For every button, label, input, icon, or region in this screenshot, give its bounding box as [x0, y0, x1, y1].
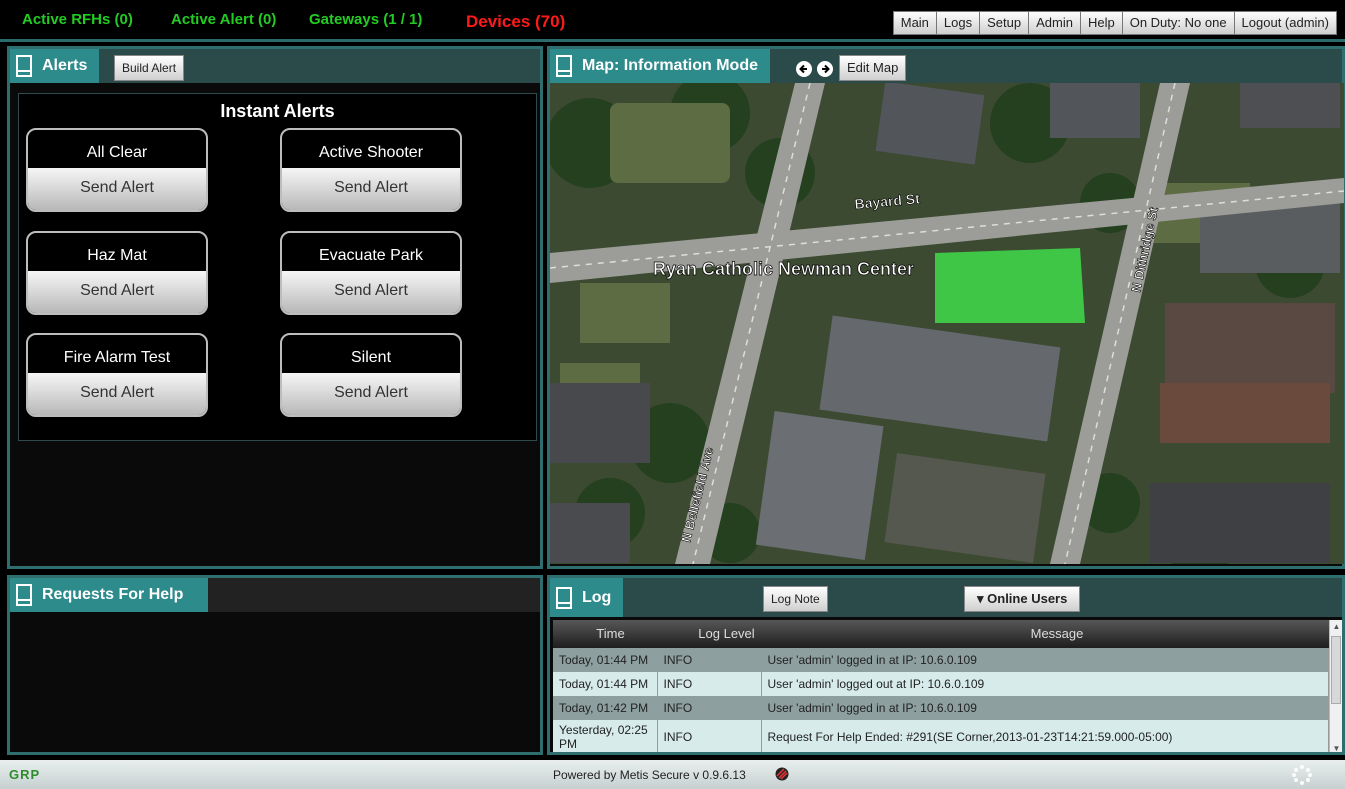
- rfh-panel-header: Requests For Help: [10, 578, 540, 612]
- alerts-panel-header: Alerts Build Alert: [10, 49, 540, 83]
- send-alert-button[interactable]: Send Alert: [28, 373, 206, 415]
- alerts-tab[interactable]: Alerts: [10, 49, 100, 83]
- arrow-right-icon[interactable]: [817, 61, 833, 77]
- alert-card-silent: Silent Send Alert: [280, 333, 462, 417]
- grp-brand: GRP: [9, 767, 41, 782]
- panel-icon: [16, 55, 32, 77]
- alert-name: Fire Alarm Test: [63, 349, 171, 366]
- alert-card-fire-alarm-test: Fire Alarm Test Send Alert: [26, 333, 208, 417]
- active-rfhs-link[interactable]: Active RFHs (0): [22, 11, 133, 28]
- alert-name: Haz Mat: [87, 247, 147, 264]
- log-tab[interactable]: Log: [550, 578, 624, 617]
- log-message: User 'admin' logged out at IP: 10.6.0.10…: [761, 672, 1329, 696]
- rfh-title: Requests For Help: [42, 586, 184, 603]
- log-message: Request For Help Ended: #291(SE Corner,2…: [761, 720, 1329, 752]
- log-message: User 'admin' logged in at IP: 10.6.0.109: [761, 696, 1329, 720]
- scroll-thumb[interactable]: [1331, 636, 1341, 704]
- log-panel: Log Log Note ▾ Online Users Time Log Lev…: [547, 575, 1345, 755]
- alerts-title: Alerts: [42, 57, 88, 74]
- map-label-building: Ryan Catholic Newman Center: [653, 259, 914, 279]
- edit-map-button[interactable]: Edit Map: [839, 55, 907, 81]
- log-panel-header: Log Log Note ▾ Online Users: [550, 578, 1342, 617]
- send-alert-button[interactable]: Send Alert: [28, 168, 206, 210]
- footer: GRP Powered by Metis Secure v 0.9.6.13: [0, 760, 1345, 789]
- online-users-dropdown[interactable]: ▾ Online Users: [964, 586, 1081, 612]
- table-row[interactable]: Yesterday, 02:25 PM INFO Request For Hel…: [553, 720, 1329, 752]
- main-nav: Main Logs Setup Admin Help On Duty: No o…: [892, 11, 1337, 35]
- logout-button[interactable]: Logout (admin): [1233, 11, 1337, 35]
- rfh-tab[interactable]: Requests For Help: [10, 578, 208, 612]
- alert-name: All Clear: [86, 144, 148, 161]
- map-tab[interactable]: Map: Information Mode: [550, 49, 770, 83]
- table-row[interactable]: Today, 01:42 PM INFO User 'admin' logged…: [553, 696, 1329, 720]
- log-note-button[interactable]: Log Note: [763, 586, 828, 612]
- log-message: User 'admin' logged in at IP: 10.6.0.109: [761, 648, 1329, 672]
- col-time[interactable]: Time: [553, 626, 668, 641]
- gateways-link[interactable]: Gateways (1 / 1): [309, 11, 422, 28]
- arrow-left-icon[interactable]: [796, 61, 812, 77]
- log-level: INFO: [657, 672, 762, 696]
- nav-logs-button[interactable]: Logs: [935, 11, 981, 35]
- alert-card-evacuate-park: Evacuate Park Send Alert: [280, 231, 462, 315]
- log-scrollbar[interactable]: ▲ ▼: [1329, 620, 1342, 752]
- col-message[interactable]: Message: [785, 626, 1329, 641]
- log-level: INFO: [657, 648, 762, 672]
- panel-icon: [556, 55, 572, 77]
- nav-main-button[interactable]: Main: [892, 11, 937, 35]
- table-row[interactable]: Today, 01:44 PM INFO User 'admin' logged…: [553, 672, 1329, 696]
- col-log-level[interactable]: Log Level: [669, 626, 784, 641]
- alert-card-active-shooter: Active Shooter Send Alert: [280, 128, 462, 212]
- alerts-panel: Alerts Build Alert Instant Alerts All Cl…: [7, 46, 543, 569]
- spinner-icon: [1292, 765, 1312, 785]
- map-panel-header: Map: Information Mode Edit Map: [550, 49, 1342, 83]
- send-alert-button[interactable]: Send Alert: [28, 271, 206, 313]
- scroll-down-icon[interactable]: ▼: [1330, 742, 1342, 752]
- alert-card-all-clear: All Clear Send Alert: [26, 128, 208, 212]
- log-table: Today, 01:44 PM INFO User 'admin' logged…: [553, 648, 1329, 752]
- requests-for-help-panel: Requests For Help: [7, 575, 543, 755]
- send-alert-button[interactable]: Send Alert: [282, 373, 460, 415]
- map-image: Bayard St N Dithridge St N Bellefield Av…: [550, 83, 1344, 564]
- alert-name: Silent: [350, 349, 392, 366]
- alert-name: Evacuate Park: [318, 247, 424, 264]
- alert-name: Active Shooter: [318, 144, 424, 161]
- metis-logo-icon: [775, 767, 789, 781]
- panel-icon: [556, 586, 572, 609]
- alert-card-haz-mat: Haz Mat Send Alert: [26, 231, 208, 315]
- log-time: Today, 01:42 PM: [553, 696, 658, 720]
- devices-link[interactable]: Devices (70): [466, 12, 565, 32]
- top-status-bar: Active RFHs (0) Active Alert (0) Gateway…: [0, 0, 1345, 42]
- instant-alerts-box: Instant Alerts All Clear Send Alert Acti…: [18, 93, 537, 441]
- powered-by-text: Powered by Metis Secure v 0.9.6.13: [553, 768, 746, 782]
- log-table-header: Time Log Level Message: [553, 620, 1329, 648]
- instant-alerts-title: Instant Alerts: [220, 101, 335, 121]
- map-title: Map: Information Mode: [582, 57, 758, 74]
- table-row[interactable]: Today, 01:44 PM INFO User 'admin' logged…: [553, 648, 1329, 672]
- satellite-map[interactable]: Bayard St N Dithridge St N Bellefield Av…: [550, 83, 1344, 564]
- scroll-up-icon[interactable]: ▲: [1330, 620, 1342, 633]
- send-alert-button[interactable]: Send Alert: [282, 168, 460, 210]
- send-alert-button[interactable]: Send Alert: [282, 271, 460, 313]
- active-alert-link[interactable]: Active Alert (0): [171, 11, 276, 28]
- log-time: Today, 01:44 PM: [553, 648, 658, 672]
- log-level: INFO: [657, 696, 762, 720]
- nav-admin-button[interactable]: Admin: [1028, 11, 1081, 35]
- log-time: Today, 01:44 PM: [553, 672, 658, 696]
- log-level: INFO: [657, 720, 762, 752]
- panel-icon: [16, 584, 32, 606]
- log-time: Yesterday, 02:25 PM: [553, 720, 658, 752]
- nav-setup-button[interactable]: Setup: [979, 11, 1030, 35]
- map-panel: Map: Information Mode Edit Map Bayard St…: [547, 46, 1345, 569]
- log-title: Log: [582, 588, 612, 606]
- nav-help-button[interactable]: Help: [1079, 11, 1123, 35]
- on-duty-button[interactable]: On Duty: No one: [1121, 11, 1235, 35]
- build-alert-button[interactable]: Build Alert: [114, 55, 185, 81]
